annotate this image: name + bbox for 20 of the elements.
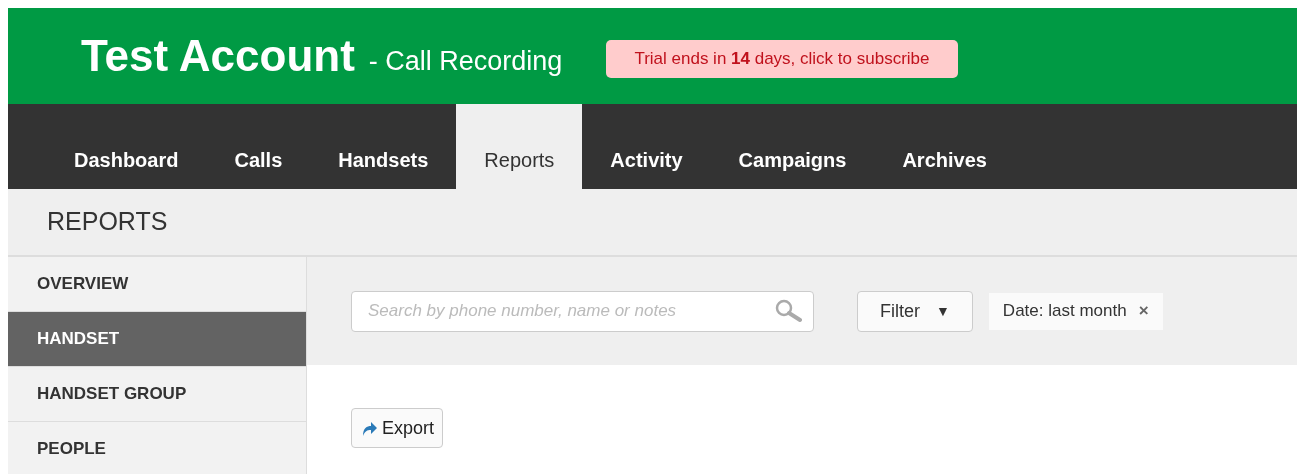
export-button[interactable]: Export bbox=[351, 408, 444, 448]
nav-tab[interactable]: Calls bbox=[206, 104, 311, 189]
remove-button[interactable]: × bbox=[1138, 298, 1149, 324]
share-arrow-icon bbox=[360, 419, 378, 437]
nav-tab[interactable]: Handsets bbox=[310, 104, 457, 189]
search-icon[interactable] bbox=[774, 298, 802, 323]
nav-tab[interactable]: Activity bbox=[582, 104, 711, 189]
caret-icon: ▼ bbox=[936, 300, 950, 322]
trial-banner[interactable]: Trial ends in 14 days, click to subscribe bbox=[606, 40, 958, 78]
filter-tag-label: Date: last month bbox=[1002, 300, 1127, 323]
search-field[interactable]: Search by phone number, name or notes bbox=[351, 290, 814, 332]
nav-tab[interactable]: Campaigns bbox=[710, 104, 875, 189]
account-name: Test Account bbox=[81, 30, 355, 82]
nav-tab[interactable]: Reports bbox=[456, 104, 583, 189]
sidebar-item[interactable]: HANDSET bbox=[8, 312, 306, 367]
page-title: REPORTS bbox=[47, 206, 168, 238]
product-name: - Call Recording bbox=[368, 44, 563, 78]
filter-button[interactable]: Filter ▼ bbox=[857, 290, 973, 332]
nav-tab[interactable]: Dashboard bbox=[46, 104, 207, 189]
nav-tab[interactable]: Archives bbox=[874, 104, 1015, 189]
